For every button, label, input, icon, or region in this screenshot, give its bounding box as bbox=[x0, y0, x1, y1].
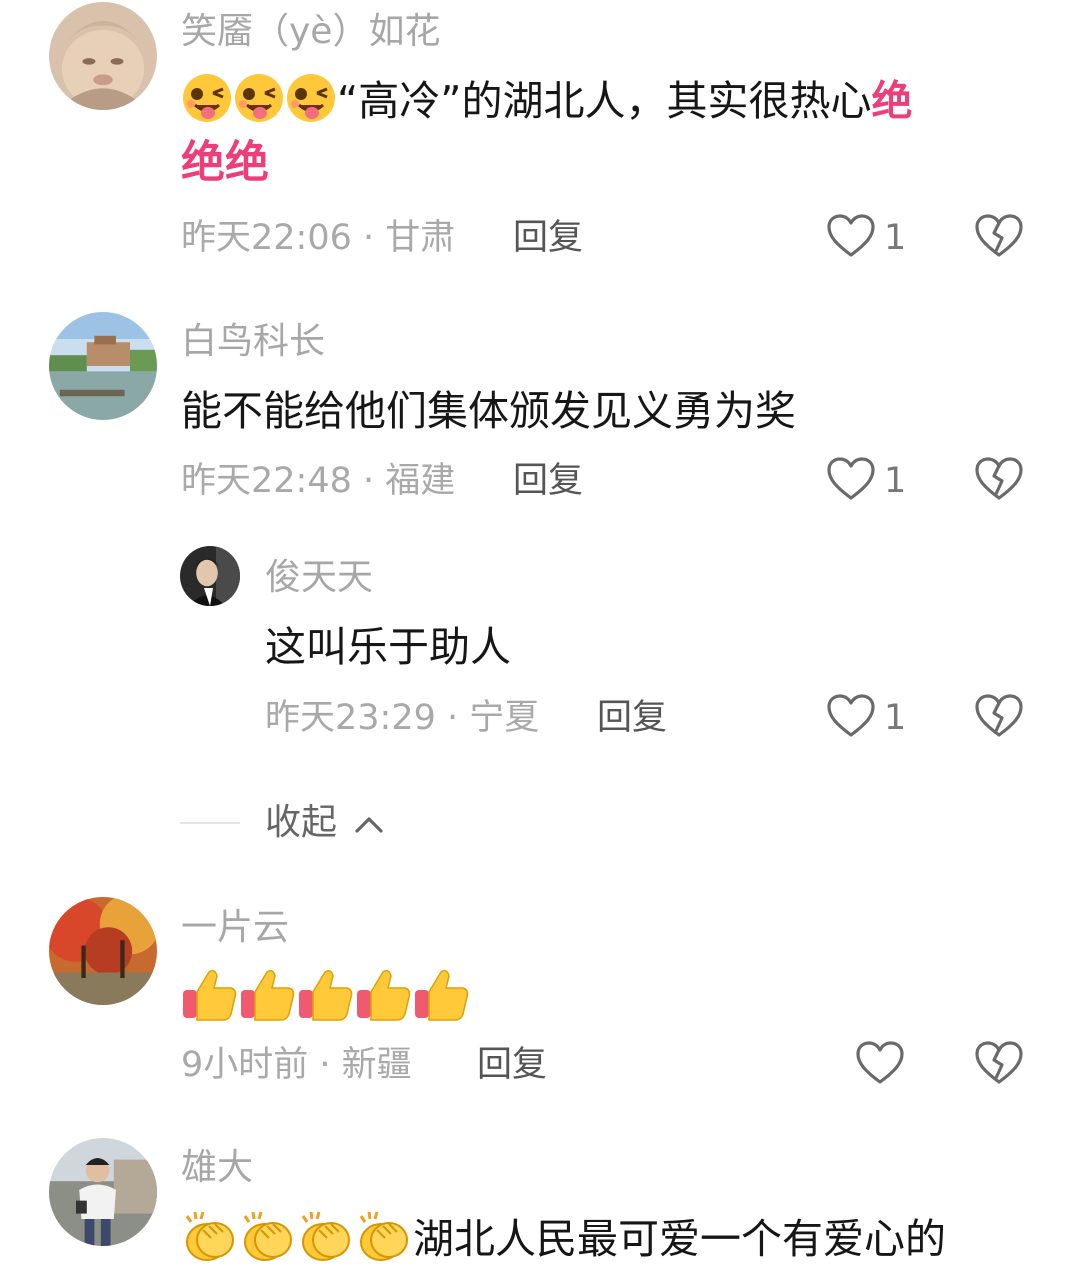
avatar[interactable] bbox=[49, 2, 157, 110]
reply-button[interactable]: 回复 bbox=[477, 1045, 547, 1085]
thumbs-up-emoji bbox=[355, 966, 413, 1034]
comment-meta: 9小时前 · 新疆 bbox=[181, 1045, 412, 1085]
tongue-wink-emoji bbox=[285, 72, 337, 136]
reply-button[interactable]: 回复 bbox=[513, 218, 583, 258]
heart-outline-icon[interactable] bbox=[855, 1040, 905, 1090]
reply-meta: 昨天23:29 · 宁夏 bbox=[265, 698, 540, 738]
avatar[interactable] bbox=[49, 312, 157, 420]
broken-heart-icon[interactable] bbox=[974, 693, 1024, 743]
avatar[interactable] bbox=[180, 546, 240, 606]
heart-outline-icon[interactable] bbox=[826, 213, 876, 263]
clapping-emoji bbox=[297, 1208, 355, 1276]
thumbs-up-emoji bbox=[239, 966, 297, 1034]
heart-outline-icon[interactable] bbox=[826, 693, 876, 743]
reply-button[interactable]: 回复 bbox=[597, 698, 667, 738]
avatar[interactable] bbox=[49, 1138, 157, 1246]
clapping-emoji bbox=[181, 1208, 239, 1276]
avatar[interactable] bbox=[49, 897, 157, 1005]
clapping-emoji bbox=[239, 1208, 297, 1276]
comment-body: “高冷”的湖北人，其实很热心 bbox=[337, 77, 872, 125]
comment-meta: 昨天22:06 · 甘肃 bbox=[181, 218, 456, 258]
like-count: 1 bbox=[884, 218, 907, 258]
collapse-divider bbox=[180, 822, 240, 824]
collapse-replies-button[interactable]: 收起 bbox=[265, 803, 384, 844]
comment-username[interactable]: 雄大 bbox=[181, 1148, 253, 1188]
broken-heart-icon[interactable] bbox=[974, 213, 1024, 263]
comment-body: 湖北人民最可爱一个有爱心的 bbox=[413, 1215, 946, 1263]
tongue-wink-emoji bbox=[181, 72, 233, 136]
chevron-up-icon bbox=[354, 804, 384, 844]
comment-meta: 昨天22:48 · 福建 bbox=[181, 461, 456, 501]
broken-heart-icon[interactable] bbox=[974, 456, 1024, 506]
heart-outline-icon[interactable] bbox=[826, 456, 876, 506]
comment-text: 湖北人民最可爱一个有爱心的 bbox=[181, 1208, 946, 1276]
accent-text-line2: 绝绝 bbox=[181, 137, 269, 188]
comment-text: 能不能给他们集体颁发见义勇为奖 bbox=[181, 387, 796, 435]
thumbs-up-emoji bbox=[181, 966, 239, 1034]
comment-username[interactable]: 一片云 bbox=[181, 908, 289, 948]
comment-text bbox=[181, 966, 471, 1034]
comment-username[interactable]: 笑靥（yè）如花 bbox=[181, 12, 440, 52]
broken-heart-icon[interactable] bbox=[974, 1040, 1024, 1090]
reply-button[interactable]: 回复 bbox=[513, 461, 583, 501]
tongue-wink-emoji bbox=[233, 72, 285, 136]
thumbs-up-emoji bbox=[413, 966, 471, 1034]
like-count: 1 bbox=[884, 698, 907, 738]
collapse-label: 收起 bbox=[265, 802, 338, 843]
like-count: 1 bbox=[884, 461, 907, 501]
accent-text: 绝 bbox=[871, 77, 913, 125]
comment-username[interactable]: 白鸟科长 bbox=[181, 322, 325, 362]
thumbs-up-emoji bbox=[297, 966, 355, 1034]
comment-text: “高冷”的湖北人，其实很热心绝 bbox=[181, 72, 912, 136]
reply-username[interactable]: 俊天天 bbox=[265, 558, 373, 598]
reply-text: 这叫乐于助人 bbox=[265, 623, 511, 671]
clapping-emoji bbox=[355, 1208, 413, 1276]
